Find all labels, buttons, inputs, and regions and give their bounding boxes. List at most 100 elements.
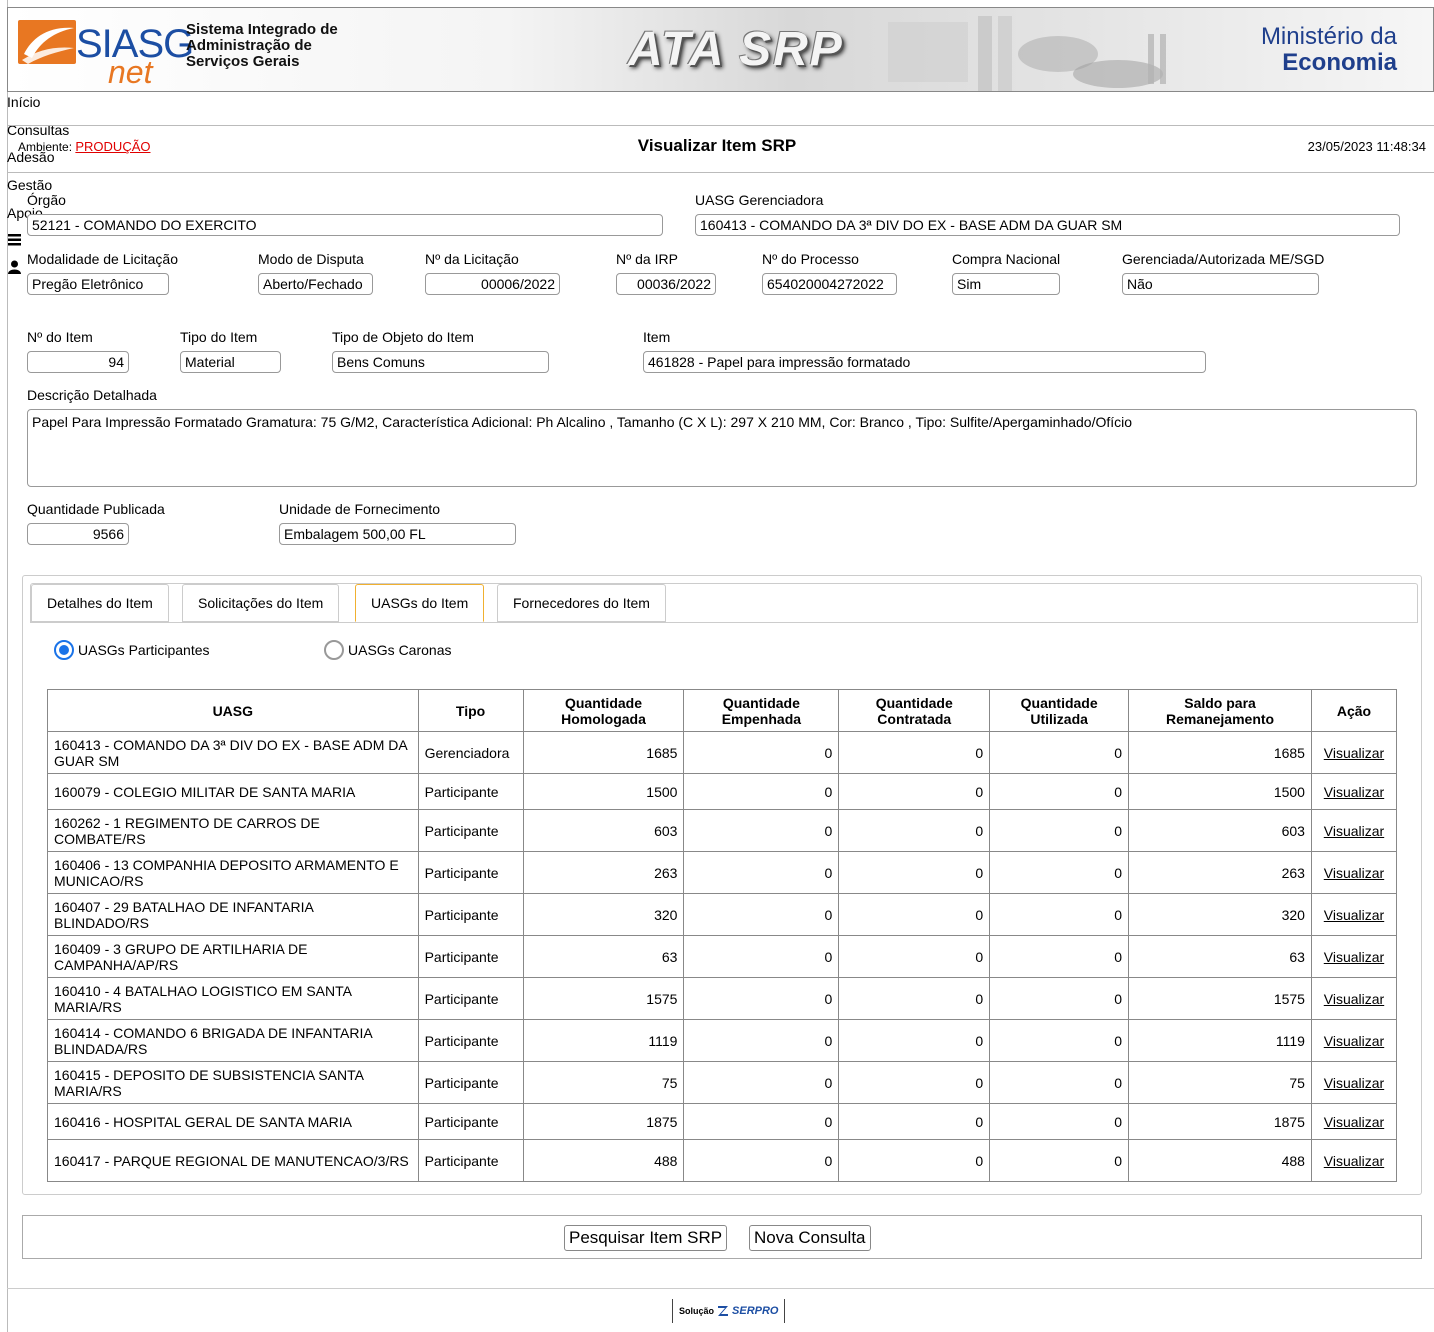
cell-saldo: 1500: [1128, 773, 1312, 810]
tipo-objeto-field[interactable]: Bens Comuns: [332, 351, 549, 373]
cell-homologada: 488: [522, 1139, 685, 1182]
visualizar-link[interactable]: Visualizar: [1324, 907, 1384, 923]
pesquisar-item-srp-button[interactable]: Pesquisar Item SRP: [564, 1225, 728, 1251]
column-header: Quantidade Homologada: [522, 689, 685, 732]
visualizar-link[interactable]: Visualizar: [1324, 1114, 1384, 1130]
footer-divider: [7, 1288, 1434, 1289]
cell-utilizada: 0: [989, 1061, 1130, 1104]
page-frame-left: [7, 0, 8, 1332]
cell-empenhada: 0: [683, 935, 840, 978]
cell-uasg: 160413 - COMANDO DA 3ª DIV DO EX - BASE …: [47, 731, 419, 774]
table-header-row: UASG Tipo Quantidade Homologada Quantida…: [47, 689, 1398, 732]
cell-utilizada: 0: [989, 1019, 1130, 1062]
column-header: UASG: [47, 689, 419, 732]
tab-solicitacoes-do-item[interactable]: Solicitações do Item: [182, 584, 340, 622]
visualizar-link[interactable]: Visualizar: [1324, 1075, 1384, 1091]
unidade-fornecimento-field[interactable]: Embalagem 500,00 FL: [279, 523, 516, 545]
uasg-gerenciadora-field[interactable]: 160413 - COMANDO DA 3ª DIV DO EX - BASE …: [695, 214, 1400, 236]
radio-uasgs-caronas[interactable]: UASGs Caronas: [324, 640, 451, 660]
column-header: Quantidade Empenhada: [683, 689, 840, 732]
modo-disputa-field[interactable]: Aberto/Fechado: [258, 273, 373, 295]
radio-unselected-icon[interactable]: [324, 640, 344, 660]
cell-utilizada: 0: [989, 731, 1130, 774]
gerenciada-field[interactable]: Não: [1122, 273, 1319, 295]
tab-detalhes-do-item[interactable]: Detalhes do Item: [31, 584, 169, 622]
licitacao-label: Nº da Licitação: [425, 251, 519, 267]
numero-item-field[interactable]: 94: [27, 351, 129, 373]
cell-empenhada: 0: [683, 1019, 840, 1062]
cell-homologada: 1119: [522, 1019, 685, 1062]
table-row: 160406 - 13 COMPANHIA DEPOSITO ARMAMENTO…: [47, 851, 1398, 894]
tipo-item-field[interactable]: Material: [180, 351, 281, 373]
column-header: Tipo: [417, 689, 524, 732]
tipo-item-label: Tipo do Item: [180, 329, 258, 345]
cell-homologada: 603: [522, 809, 685, 852]
cell-empenhada: 0: [683, 977, 840, 1020]
cell-homologada: 63: [522, 935, 685, 978]
cell-uasg: 160414 - COMANDO 6 BRIGADA DE INFANTARIA…: [47, 1019, 419, 1062]
tab-fornecedores-do-item[interactable]: Fornecedores do Item: [497, 584, 666, 622]
visualizar-link[interactable]: Visualizar: [1324, 949, 1384, 965]
cell-saldo: 320: [1128, 893, 1312, 936]
irp-field[interactable]: 00036/2022: [616, 273, 716, 295]
cell-utilizada: 0: [989, 893, 1130, 936]
menu-icon[interactable]: [8, 234, 21, 246]
cell-utilizada: 0: [989, 977, 1130, 1020]
page-title: Visualizar Item SRP: [637, 136, 797, 155]
modo-disputa-label: Modo de Disputa: [258, 251, 364, 267]
quantidade-publicada-label: Quantidade Publicada: [27, 501, 165, 517]
orgao-field[interactable]: 52121 - COMANDO DO EXERCITO: [27, 214, 663, 236]
table-row: 160416 - HOSPITAL GERAL DE SANTA MARIA Pa…: [47, 1103, 1398, 1140]
column-header: Quantidade Contratada: [838, 689, 991, 732]
unidade-fornecimento-label: Unidade de Fornecimento: [279, 501, 441, 517]
table-row: 160414 - COMANDO 6 BRIGADA DE INFANTARIA…: [47, 1019, 1398, 1062]
compra-nacional-field[interactable]: Sim: [952, 273, 1060, 295]
cell-uasg: 160417 - PARQUE REGIONAL DE MANUTENCAO/3…: [47, 1139, 419, 1182]
visualizar-link[interactable]: Visualizar: [1324, 1153, 1384, 1169]
tipo-objeto-label: Tipo de Objeto do Item: [332, 329, 474, 345]
gerenciada-label: Gerenciada/Autorizada ME/SGD: [1122, 251, 1325, 267]
visualizar-link[interactable]: Visualizar: [1324, 865, 1384, 881]
radio-selected-icon[interactable]: [54, 640, 74, 660]
nova-consulta-button[interactable]: Nova Consulta: [749, 1225, 871, 1251]
cell-empenhada: 0: [683, 1061, 840, 1104]
quantidade-publicada-field[interactable]: 9566: [27, 523, 129, 545]
cell-contratada: 0: [838, 731, 991, 774]
cell-acao: Visualizar: [1310, 809, 1398, 852]
cell-saldo: 1119: [1128, 1019, 1312, 1062]
tab-uasgs-do-item[interactable]: UASGs do Item: [355, 584, 485, 622]
cell-saldo: 603: [1128, 809, 1312, 852]
cell-uasg: 160410 - 4 BATALHAO LOGISTICO EM SANTA M…: [47, 977, 419, 1020]
column-header: Quantidade Utilizada: [989, 689, 1130, 732]
visualizar-link[interactable]: Visualizar: [1324, 784, 1384, 800]
user-icon[interactable]: [8, 260, 21, 274]
cell-tipo: Participante: [417, 1019, 524, 1062]
cell-saldo: 1575: [1128, 977, 1312, 1020]
table-row: 160079 - COLEGIO MILITAR DE SANTA MARIA P…: [47, 773, 1398, 810]
divider-top: [7, 125, 1434, 126]
cell-homologada: 75: [522, 1061, 685, 1104]
compra-nacional-label: Compra Nacional: [952, 251, 1061, 267]
cell-empenhada: 0: [683, 851, 840, 894]
nav-item-gestao[interactable]: Gestão: [7, 177, 52, 193]
uasgs-table: UASG Tipo Quantidade Homologada Quantida…: [47, 689, 1398, 1182]
nav-item-inicio[interactable]: Início: [7, 94, 40, 110]
visualizar-link[interactable]: Visualizar: [1324, 991, 1384, 1007]
cell-homologada: 1575: [522, 977, 685, 1020]
visualizar-link[interactable]: Visualizar: [1324, 1033, 1384, 1049]
cell-acao: Visualizar: [1310, 893, 1398, 936]
radio-uasgs-participantes[interactable]: UASGs Participantes: [54, 640, 210, 660]
item-field[interactable]: 461828 - Papel para impressão formatado: [643, 351, 1206, 373]
column-header: Ação: [1310, 689, 1398, 732]
modalidade-field[interactable]: Pregão Eletrônico: [27, 273, 169, 295]
visualizar-link[interactable]: Visualizar: [1324, 745, 1384, 761]
visualizar-link[interactable]: Visualizar: [1324, 823, 1384, 839]
descricao-textarea[interactable]: Papel Para Impressão Formatado Gramatura…: [27, 409, 1417, 487]
cell-acao: Visualizar: [1310, 773, 1398, 810]
licitacao-field[interactable]: 00006/2022: [425, 273, 560, 295]
cell-utilizada: 0: [989, 1103, 1130, 1140]
cell-tipo: Participante: [417, 1139, 524, 1182]
processo-field[interactable]: 654020004272022: [762, 273, 897, 295]
table-row: 160407 - 29 BATALHAO DE INFANTARIA BLIND…: [47, 893, 1398, 936]
cell-tipo: Gerenciadora: [417, 731, 524, 774]
